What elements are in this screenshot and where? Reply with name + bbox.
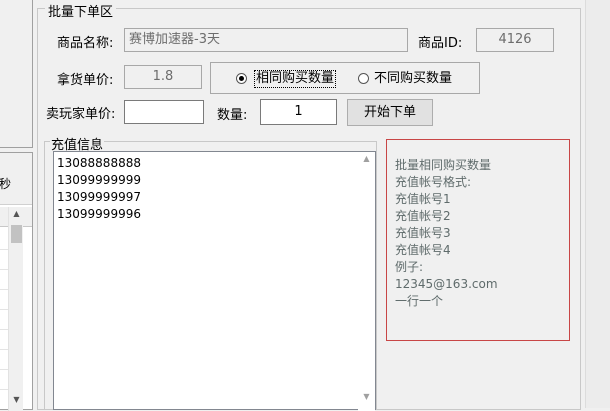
left-pane-header: 秒 — [0, 153, 32, 205]
wholesale-price-label: 拿货单价: — [57, 73, 114, 88]
left-pane-list: 秒 ▲ ▼ — [0, 152, 33, 411]
quantity-input[interactable]: 1 — [260, 99, 337, 125]
left-vertical-scrollbar[interactable]: ▲ ▼ — [8, 207, 23, 411]
help-line: 充值帐号2 — [395, 209, 451, 223]
radio-different-quantity[interactable] — [358, 73, 369, 84]
scroll-thumb[interactable] — [11, 225, 22, 243]
radio-different-quantity-label[interactable]: 不同购买数量 — [374, 71, 452, 87]
start-order-button[interactable]: 开始下单 — [347, 99, 433, 126]
help-line: 例子: — [395, 260, 424, 274]
product-id-label: 商品ID: — [418, 36, 463, 51]
help-line: 充值帐号4 — [395, 243, 451, 257]
seller-price-input[interactable] — [124, 100, 204, 124]
help-line: 批量相同购买数量 — [395, 158, 492, 172]
batch-order-group-title: 批量下单区 — [45, 1, 117, 20]
grid-line — [0, 329, 8, 330]
grid-line — [0, 309, 8, 310]
help-line: 充值帐号1 — [395, 192, 451, 206]
grid-line — [0, 269, 8, 270]
scroll-up-arrow-icon[interactable]: ▲ — [358, 154, 375, 168]
seller-price-label: 卖玩家单价: — [46, 107, 116, 122]
product-name-label: 商品名称: — [57, 36, 114, 51]
format-help-panel: 批量相同购买数量 充值帐号格式: 充值帐号1 充值帐号2 充值帐号3 充值帐号4… — [386, 139, 570, 341]
help-line: 充值帐号3 — [395, 226, 451, 240]
seconds-label: 秒 — [0, 177, 12, 191]
grid-line — [0, 369, 8, 370]
purchase-mode-radio-group: 相同购买数量 不同购买数量 — [210, 62, 480, 94]
recharge-line: 13099999996 — [57, 207, 141, 221]
product-id-field[interactable]: 4126 — [476, 28, 554, 52]
recharge-line: 13088888888 — [57, 156, 141, 170]
help-line: 充值帐号格式: — [395, 175, 472, 189]
grid-line — [0, 249, 8, 250]
help-lines: 批量相同购买数量 充值帐号格式: 充值帐号1 充值帐号2 充值帐号3 充值帐号4… — [395, 157, 498, 310]
radio-same-quantity-label[interactable]: 相同购买数量 — [254, 70, 337, 88]
left-pane-top — [0, 0, 33, 148]
grid-line — [0, 389, 8, 390]
recharge-line: 13099999997 — [57, 190, 141, 204]
product-name-field[interactable]: 赛博加速器-3天 — [124, 28, 408, 52]
radio-same-quantity[interactable] — [236, 73, 247, 84]
scroll-up-arrow-icon[interactable]: ▲ — [9, 209, 24, 223]
right-pane-edge — [585, 0, 610, 408]
radio-selected-dot — [239, 76, 244, 81]
help-line: 12345@163.com — [395, 277, 498, 291]
textarea-vertical-scrollbar[interactable]: ▲ ▼ — [358, 152, 375, 411]
grid-line — [0, 289, 8, 290]
grid-line — [0, 349, 8, 350]
recharge-accounts-textarea[interactable]: 13088888888 13099999999 13099999997 1309… — [53, 151, 376, 411]
recharge-lines: 13088888888 13099999999 13099999997 1309… — [57, 155, 141, 223]
scroll-down-arrow-icon[interactable]: ▼ — [9, 395, 24, 409]
scroll-down-arrow-icon[interactable]: ▼ — [358, 392, 375, 406]
quantity-label: 数量: — [217, 108, 248, 123]
help-line: 一行一个 — [395, 294, 444, 308]
wholesale-price-field[interactable]: 1.8 — [124, 65, 202, 89]
recharge-line: 13099999999 — [57, 173, 141, 187]
